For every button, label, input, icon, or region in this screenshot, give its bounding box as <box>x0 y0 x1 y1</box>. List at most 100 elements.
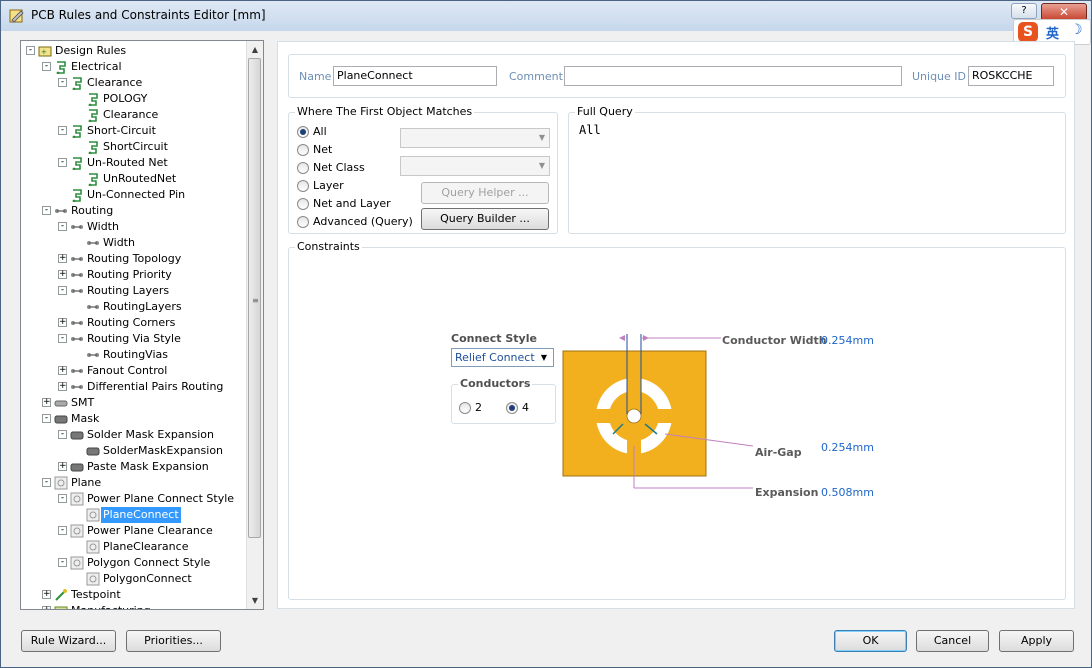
tree-item-polygon-connect-style[interactable]: - Polygon Connect Style <box>21 555 246 571</box>
unique-id-field[interactable]: ROSKCCHE <box>968 66 1054 86</box>
connect-style-select[interactable]: Relief Connect ▼ <box>451 348 554 367</box>
title-bar[interactable]: PCB Rules and Constraints Editor [mm] ? … <box>1 1 1091 31</box>
tree-item-routinglayers[interactable]: RoutingLayers <box>21 299 246 315</box>
tree-item-unroutednet[interactable]: UnRoutedNet <box>21 171 246 187</box>
comment-field[interactable] <box>564 66 902 86</box>
tree-item-planeconnect[interactable]: PlaneConnect <box>21 507 246 523</box>
tree-item-routing-layers[interactable]: - Routing Layers <box>21 283 246 299</box>
name-field[interactable]: PlaneConnect <box>333 66 497 86</box>
scroll-thumb[interactable]: ≡ <box>248 58 261 538</box>
collapse-icon[interactable]: - <box>58 494 67 503</box>
expand-icon[interactable]: + <box>58 382 67 391</box>
tree-item-paste-mask-expansion[interactable]: + Paste Mask Expansion <box>21 459 246 475</box>
query-builder-button[interactable]: Query Builder ... <box>421 208 549 230</box>
cancel-button[interactable]: Cancel <box>916 630 989 652</box>
tree-item-soldermaskexpansion[interactable]: SolderMaskExpansion <box>21 443 246 459</box>
expansion-value[interactable]: 0.508mm <box>821 486 874 499</box>
tree-item-routing-priority[interactable]: + Routing Priority <box>21 267 246 283</box>
collapse-icon[interactable]: - <box>58 78 67 87</box>
tree-item-differential-pairs-routing[interactable]: + Differential Pairs Routing <box>21 379 246 395</box>
ime-language-indicator[interactable]: 英 <box>1046 23 1059 42</box>
tree-item-pology[interactable]: POLOGY <box>21 91 246 107</box>
collapse-icon[interactable]: - <box>58 158 67 167</box>
priorities-button[interactable]: Priorities... <box>126 630 221 652</box>
where-radio-net-and-layer[interactable] <box>297 198 309 210</box>
tree-item-routing-corners[interactable]: + Routing Corners <box>21 315 246 331</box>
net-select[interactable]: ▼ <box>400 128 550 148</box>
expand-icon[interactable]: + <box>58 270 67 279</box>
tree-item-planeclearance[interactable]: PlaneClearance <box>21 539 246 555</box>
expand-icon[interactable]: + <box>42 398 51 407</box>
collapse-icon[interactable]: - <box>42 62 51 71</box>
tree-item-fanout-control[interactable]: + Fanout Control <box>21 363 246 379</box>
tree-item-mask[interactable]: - Mask <box>21 411 246 427</box>
expand-icon[interactable]: + <box>42 590 51 599</box>
collapse-icon[interactable]: - <box>42 414 51 423</box>
tree-item-polygonconnect[interactable]: PolygonConnect <box>21 571 246 587</box>
tree-item-power-plane-connect-style[interactable]: - Power Plane Connect Style <box>21 491 246 507</box>
tree-item-un-connected-pin[interactable]: Un-Connected Pin <box>21 187 246 203</box>
tree-scrollbar[interactable]: ▲ ≡ ▼ <box>246 41 263 609</box>
tree-item-routingvias[interactable]: RoutingVias <box>21 347 246 363</box>
tree-item-smt[interactable]: + SMT <box>21 395 246 411</box>
where-radio-all[interactable] <box>297 126 309 138</box>
tree-item-clearance[interactable]: Clearance <box>21 107 246 123</box>
full-query-title: Full Query <box>575 105 635 118</box>
where-radio-net[interactable] <box>297 144 309 156</box>
collapse-icon[interactable]: - <box>58 126 67 135</box>
where-radio-net-class[interactable] <box>297 162 309 174</box>
tree-item-label: Routing Layers <box>87 284 170 297</box>
tree-item-width[interactable]: Width <box>21 235 246 251</box>
expand-icon[interactable]: + <box>58 254 67 263</box>
tree-item-routing-via-style[interactable]: - Routing Via Style <box>21 331 246 347</box>
rule-wizard-button[interactable]: Rule Wizard... <box>21 630 116 652</box>
tree-item-un-routed-net[interactable]: - Un-Routed Net <box>21 155 246 171</box>
full-query-text[interactable]: All <box>579 123 601 137</box>
conductors-2-radio[interactable] <box>459 402 471 414</box>
conductor-width-value[interactable]: 0.254mm <box>821 334 874 347</box>
net-class-select[interactable]: ▼ <box>400 156 550 176</box>
scroll-down-arrow-icon[interactable]: ▼ <box>249 594 261 608</box>
tree-item-power-plane-clearance[interactable]: - Power Plane Clearance <box>21 523 246 539</box>
tree-item-routing-topology[interactable]: + Routing Topology <box>21 251 246 267</box>
tree-item-width[interactable]: - Width <box>21 219 246 235</box>
collapse-icon[interactable]: - <box>42 478 51 487</box>
tree-item-solder-mask-expansion[interactable]: - Solder Mask Expansion <box>21 427 246 443</box>
moon-icon[interactable]: ☽ <box>1070 22 1083 38</box>
tree-item-electrical[interactable]: - Electrical <box>21 59 246 75</box>
tree-item-plane[interactable]: - Plane <box>21 475 246 491</box>
collapse-icon[interactable]: - <box>58 334 67 343</box>
collapse-icon[interactable]: - <box>58 286 67 295</box>
air-gap-value[interactable]: 0.254mm <box>821 441 874 454</box>
tree-item-label: Power Plane Clearance <box>87 524 213 537</box>
expand-icon[interactable]: + <box>58 366 67 375</box>
rules-tree[interactable]: - + Design Rules - Electrical - Clearance POLOG… <box>20 40 264 610</box>
expand-icon[interactable]: + <box>58 462 67 471</box>
ok-button[interactable]: OK <box>834 630 907 652</box>
expand-icon[interactable]: + <box>58 318 67 327</box>
tree-item-routing[interactable]: - Routing <box>21 203 246 219</box>
where-radio-layer[interactable] <box>297 180 309 192</box>
collapse-icon[interactable]: - <box>42 206 51 215</box>
collapse-icon[interactable]: - <box>58 526 67 535</box>
tree-item-short-circuit[interactable]: - Short-Circuit <box>21 123 246 139</box>
collapse-icon[interactable]: - <box>58 558 67 567</box>
tree-item-label: Testpoint <box>71 588 121 601</box>
where-radio-advanced-query-[interactable] <box>297 216 309 228</box>
tree-item-clearance[interactable]: - Clearance <box>21 75 246 91</box>
collapse-icon[interactable]: - <box>58 430 67 439</box>
tree-item-shortcircuit[interactable]: ShortCircuit <box>21 139 246 155</box>
tree-item-design-rules[interactable]: - + Design Rules <box>21 43 246 59</box>
tree-item-manufacturing[interactable]: + Manufacturing <box>21 603 246 609</box>
routing-rule-icon <box>71 273 83 277</box>
expand-icon[interactable]: + <box>42 606 51 609</box>
collapse-icon[interactable]: - <box>58 222 67 231</box>
collapse-icon[interactable]: - <box>26 46 35 55</box>
tree-item-testpoint[interactable]: + Testpoint <box>21 587 246 603</box>
help-button[interactable]: ? <box>1011 3 1037 19</box>
conductors-4-radio[interactable] <box>506 402 518 414</box>
ime-logo-icon[interactable]: S <box>1018 22 1038 42</box>
query-helper-button[interactable]: Query Helper ... <box>421 182 549 204</box>
scroll-up-arrow-icon[interactable]: ▲ <box>249 43 261 57</box>
apply-button[interactable]: Apply <box>999 630 1074 652</box>
